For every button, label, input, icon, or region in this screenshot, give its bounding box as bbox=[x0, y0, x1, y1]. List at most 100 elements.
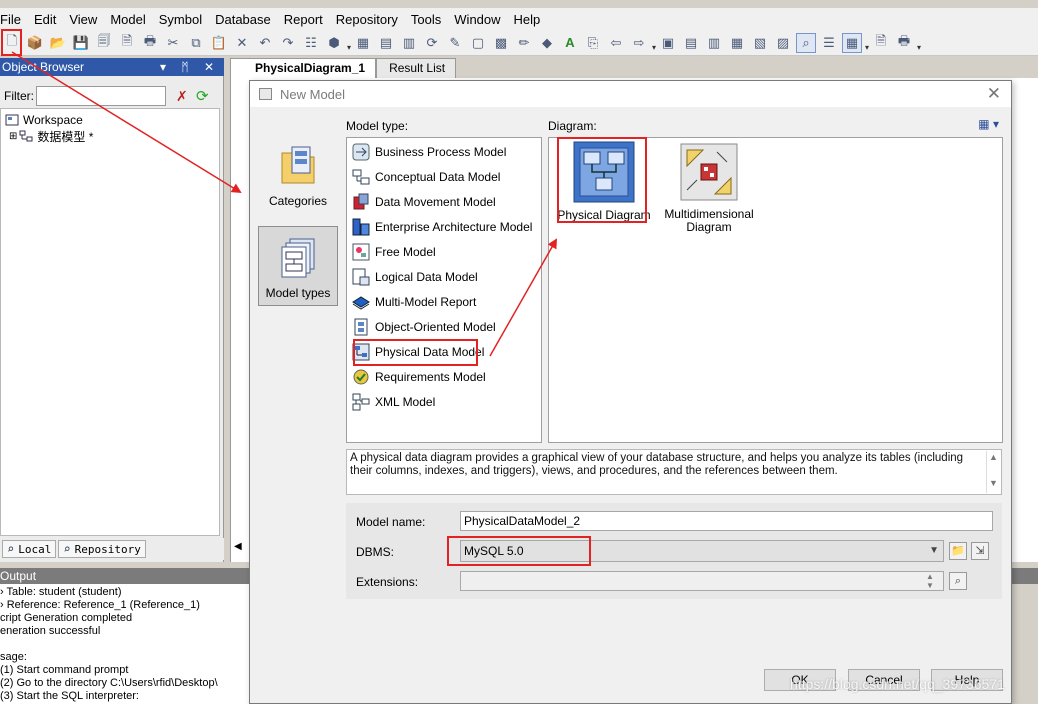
conceptual-model-icon bbox=[351, 167, 371, 187]
reverse-engineer-icon[interactable]: ▤ bbox=[376, 33, 396, 53]
menu-file[interactable]: File bbox=[0, 12, 21, 27]
model-type-item[interactable]: Multi-Model Report bbox=[351, 292, 476, 312]
view-icon-3[interactable]: ▥ bbox=[704, 33, 724, 53]
font-color-icon[interactable]: A bbox=[560, 33, 580, 53]
category-label-categories: Categories bbox=[268, 194, 328, 208]
extensions-spinner-icon[interactable]: ▲ ▼ bbox=[926, 572, 934, 590]
check-model-icon[interactable]: ⬢ bbox=[324, 33, 344, 53]
model-type-item[interactable]: XML Model bbox=[351, 392, 435, 412]
menu-edit[interactable]: Edit bbox=[34, 12, 56, 27]
redo-icon[interactable]: ↷ bbox=[278, 33, 298, 53]
output-line: sage: bbox=[0, 651, 27, 663]
print-icon[interactable]: 🖶 bbox=[140, 33, 160, 53]
menu-report[interactable]: Report bbox=[284, 12, 323, 27]
refresh-filter-icon[interactable]: ⟳ bbox=[196, 87, 209, 105]
menu-repository[interactable]: Repository bbox=[336, 12, 398, 27]
view-icon-6[interactable]: ▨ bbox=[773, 33, 793, 53]
zoom-icon[interactable]: ⌕ bbox=[796, 32, 816, 53]
tree-item-model[interactable]: ⊞ 数据模型 * bbox=[9, 128, 93, 144]
printer-icon[interactable]: 🖶 bbox=[894, 33, 914, 53]
view-icon-5[interactable]: ▧ bbox=[750, 33, 770, 53]
document-tabs: PhysicalDiagram_1 Result List bbox=[230, 58, 457, 78]
menu-tools[interactable]: Tools bbox=[411, 12, 441, 27]
align-icon[interactable]: ⎘ bbox=[583, 33, 603, 53]
fill-icon[interactable]: ◆ bbox=[537, 33, 557, 53]
delete-icon[interactable]: ✕ bbox=[232, 33, 252, 53]
properties-icon[interactable]: ☷ bbox=[301, 33, 321, 53]
view-icon-1[interactable]: ▣ bbox=[658, 33, 678, 53]
menu-database[interactable]: Database bbox=[215, 12, 271, 27]
generate-icon[interactable]: ▦ bbox=[353, 33, 373, 53]
shape-icon[interactable]: ▢ bbox=[468, 33, 488, 53]
menu-symbol[interactable]: Symbol bbox=[159, 12, 202, 27]
clear-filter-icon[interactable]: ✗ bbox=[176, 88, 188, 105]
view-mode-icon[interactable]: ▦ ▾ bbox=[978, 117, 999, 131]
tab-local[interactable]: ⌕ Local bbox=[2, 540, 57, 558]
print-preview-icon[interactable]: 🗎 bbox=[117, 33, 137, 53]
list-icon[interactable]: ☰ bbox=[819, 33, 839, 53]
tab-repository[interactable]: ⌕ Repository bbox=[58, 540, 146, 558]
logical-model-icon bbox=[351, 267, 371, 287]
copy-icon[interactable]: ⧉ bbox=[186, 33, 206, 53]
output-line: (2) Go to the directory C:\Users\rfid\De… bbox=[0, 677, 218, 689]
model-type-item[interactable]: Object-Oriented Model bbox=[351, 317, 496, 337]
page-icon[interactable]: 🗎 bbox=[871, 33, 891, 53]
undo-icon[interactable]: ↶ bbox=[255, 33, 275, 53]
table-view-icon[interactable]: ▦ bbox=[842, 32, 862, 53]
refresh-icon[interactable]: ⟳ bbox=[422, 33, 442, 53]
save-icon[interactable]: 💾 bbox=[71, 33, 91, 53]
grid-icon[interactable]: ▩ bbox=[491, 33, 511, 53]
dbms-import-icon[interactable]: ⇲ bbox=[971, 542, 989, 560]
multi-model-report-icon bbox=[351, 292, 371, 312]
filter-input[interactable] bbox=[36, 86, 166, 106]
model-type-item[interactable]: Enterprise Architecture Model bbox=[351, 217, 532, 237]
category-button-model-types[interactable]: Model types bbox=[258, 226, 338, 306]
extensions-browse-icon[interactable]: ⌕ bbox=[949, 572, 967, 590]
toolbar-overflow-icon-4[interactable]: ▾ bbox=[917, 34, 923, 52]
view-icon-4[interactable]: ▦ bbox=[727, 33, 747, 53]
new-model-dialog: New Model ✕ Categories Model types Model… bbox=[249, 80, 1012, 704]
tab-physical-diagram[interactable]: PhysicalDiagram_1 bbox=[230, 58, 377, 78]
selected-diagram-highlight bbox=[557, 137, 647, 223]
extensions-input[interactable] bbox=[460, 571, 944, 591]
free-model-icon bbox=[351, 242, 371, 262]
output-header: Output bbox=[0, 568, 250, 584]
model-name-input[interactable]: PhysicalDataModel_2 bbox=[460, 511, 993, 531]
cut-icon[interactable]: ✂ bbox=[163, 33, 183, 53]
model-type-item[interactable]: Data Movement Model bbox=[351, 192, 496, 212]
back-icon[interactable]: ⇦ bbox=[606, 33, 626, 53]
forward-icon[interactable]: ⇨ bbox=[629, 33, 649, 53]
description-scrollbar[interactable]: ▲ ▼ bbox=[986, 451, 1000, 493]
edit-icon[interactable]: ✎ bbox=[445, 33, 465, 53]
menu-help[interactable]: Help bbox=[514, 12, 541, 27]
open-project-icon[interactable]: 📦 bbox=[25, 33, 45, 53]
category-button-categories[interactable]: Categories bbox=[258, 143, 338, 213]
dialog-close-icon[interactable]: ✕ bbox=[987, 84, 1001, 104]
menu-window[interactable]: Window bbox=[454, 12, 500, 27]
open-icon[interactable]: 📂 bbox=[48, 33, 68, 53]
model-type-item[interactable]: Requirements Model bbox=[351, 367, 486, 387]
pen-icon[interactable]: ✏ bbox=[514, 33, 534, 53]
tree-item-workspace[interactable]: Workspace bbox=[5, 112, 83, 128]
output-panel: › Table: student (student) › Reference: … bbox=[0, 584, 250, 704]
output-header-right bbox=[1012, 568, 1038, 584]
model-type-item[interactable]: Conceptual Data Model bbox=[351, 167, 500, 187]
object-browser-controls[interactable]: ▾ ᛗ ✕ bbox=[160, 58, 220, 76]
impact-analysis-icon[interactable]: ▥ bbox=[399, 33, 419, 53]
paste-icon[interactable]: 📋 bbox=[209, 33, 229, 53]
scroll-left-icon[interactable]: ◀ bbox=[234, 541, 242, 552]
dbms-folder-icon[interactable]: 📁 bbox=[949, 542, 967, 560]
menu-model[interactable]: Model bbox=[110, 12, 145, 27]
diagram-item-multidimensional[interactable]: Multidimensional Diagram bbox=[657, 140, 761, 234]
save-all-icon[interactable]: 🗐 bbox=[94, 33, 114, 53]
model-type-label-text: Logical Data Model bbox=[375, 270, 478, 284]
model-type-item[interactable]: Logical Data Model bbox=[351, 267, 478, 287]
expand-icon[interactable]: ⊞ bbox=[9, 131, 17, 142]
diagram-label-multidimensional: Multidimensional Diagram bbox=[664, 207, 754, 234]
menu-view[interactable]: View bbox=[69, 12, 97, 27]
view-icon-2[interactable]: ▤ bbox=[681, 33, 701, 53]
model-type-item[interactable]: Business Process Model bbox=[351, 142, 506, 162]
tab-result-list[interactable]: Result List bbox=[376, 58, 457, 78]
dbms-highlight bbox=[447, 536, 591, 566]
model-type-item[interactable]: Free Model bbox=[351, 242, 436, 262]
